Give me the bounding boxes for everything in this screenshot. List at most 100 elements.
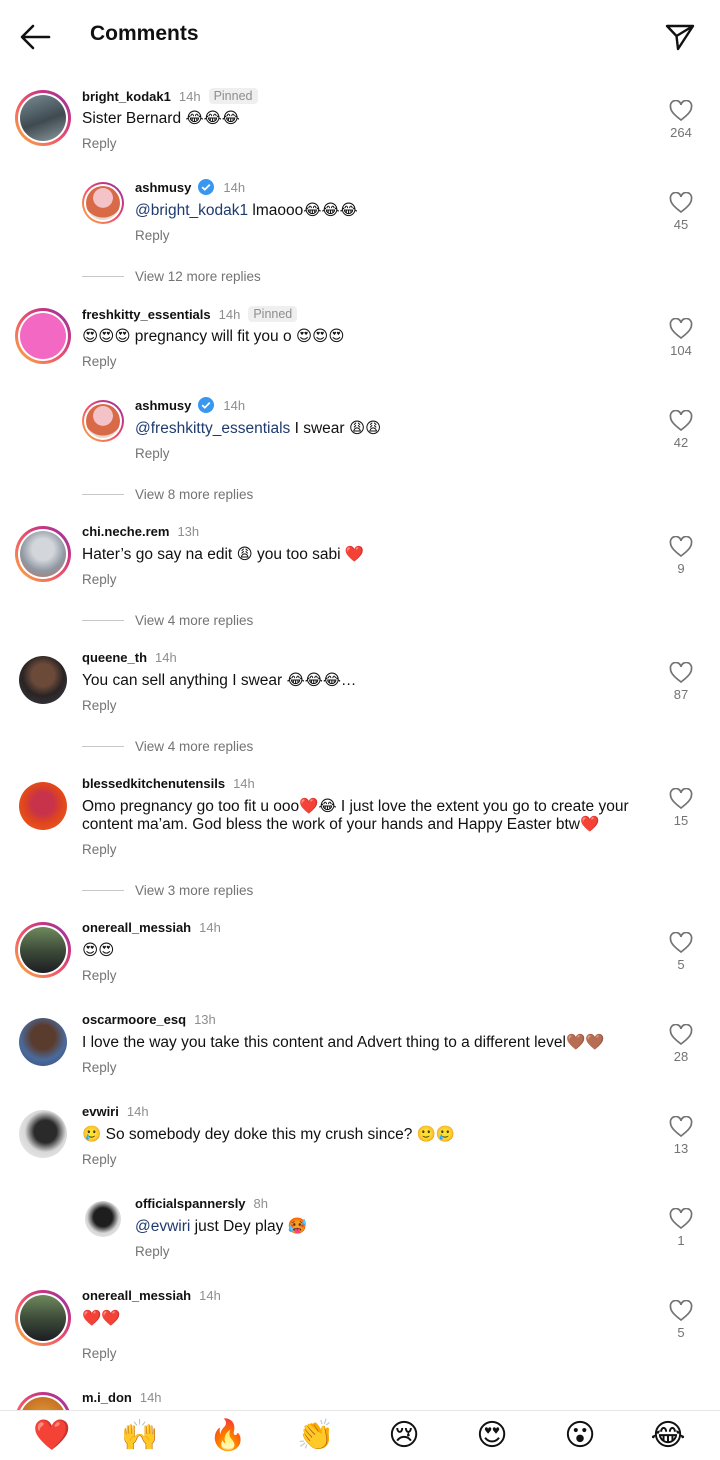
reply-button[interactable]: Reply bbox=[135, 228, 170, 243]
comment-item: oscarmoore_esq 13h I love the way you ta… bbox=[0, 1012, 720, 1082]
reply-button[interactable]: Reply bbox=[82, 1152, 117, 1167]
timestamp: 14h bbox=[218, 306, 241, 322]
timestamp: 14h bbox=[155, 650, 177, 665]
avatar[interactable] bbox=[15, 90, 71, 146]
comment-text: I love the way you take this content and… bbox=[82, 1034, 605, 1051]
like-count: 264 bbox=[670, 125, 692, 140]
view-more-replies[interactable]: View 12 more replies bbox=[82, 269, 261, 284]
like-count: 28 bbox=[673, 1049, 689, 1064]
reply-button[interactable]: Reply bbox=[82, 1060, 117, 1075]
surprised-face-emoji[interactable]: 😮 bbox=[550, 1420, 610, 1451]
username[interactable]: onereall_messiah bbox=[82, 1288, 191, 1303]
heart-icon[interactable] bbox=[669, 191, 693, 214]
clapping-hands-emoji[interactable]: 👏 bbox=[286, 1420, 346, 1451]
mention-link[interactable]: @bright_kodak1 bbox=[135, 202, 248, 219]
username[interactable]: ashmusy bbox=[135, 398, 191, 413]
avatar[interactable] bbox=[15, 922, 71, 978]
timestamp: 13h bbox=[194, 1012, 216, 1027]
avatar[interactable] bbox=[82, 400, 124, 442]
heart-icon[interactable] bbox=[669, 409, 693, 432]
comment-item: evwiri 14h 🥲 So somebody dey doke this m… bbox=[0, 1104, 720, 1174]
heart-icon[interactable] bbox=[669, 1023, 693, 1046]
header: Comments bbox=[0, 0, 720, 74]
reply-item: ashmusy 14h @freshkitty_essentials I swe… bbox=[0, 397, 720, 468]
avatar[interactable] bbox=[82, 1198, 124, 1240]
username[interactable]: onereall_messiah bbox=[82, 920, 191, 935]
reply-button[interactable]: Reply bbox=[135, 1244, 170, 1259]
timestamp: 14h bbox=[139, 1390, 162, 1405]
comment-text: Omo pregnancy go too fit u ooo❤️😂 I just… bbox=[82, 798, 629, 833]
username[interactable]: chi.neche.rem bbox=[82, 524, 169, 539]
timestamp: 14h bbox=[199, 920, 221, 935]
username[interactable]: ashmusy bbox=[135, 180, 191, 195]
reply-button[interactable]: Reply bbox=[82, 136, 117, 151]
timestamp: 13h bbox=[177, 524, 200, 539]
comment-item: chi.neche.rem 13h Hater’s go say na edit… bbox=[0, 524, 720, 594]
tears-of-joy-emoji[interactable]: 😂 bbox=[638, 1420, 698, 1451]
mention-link[interactable]: @freshkitty_essentials bbox=[135, 420, 290, 437]
comment-item: queene_th 14h You can sell anything I sw… bbox=[0, 650, 720, 720]
avatar[interactable] bbox=[15, 308, 71, 364]
timestamp: 14h bbox=[223, 179, 246, 195]
reply-button[interactable]: Reply bbox=[82, 1346, 117, 1361]
avatar[interactable] bbox=[82, 182, 124, 224]
avatar[interactable] bbox=[15, 1106, 71, 1162]
avatar[interactable] bbox=[15, 1014, 71, 1070]
username[interactable]: evwiri bbox=[82, 1104, 119, 1119]
comment-item: blessedkitchenutensils 14h Omo pregnancy… bbox=[0, 776, 720, 866]
username[interactable]: officialspannersly bbox=[135, 1196, 246, 1211]
comment-text: Sister Bernard 😂😂😂 bbox=[82, 110, 240, 127]
username[interactable]: queene_th bbox=[82, 650, 147, 665]
reply-button[interactable]: Reply bbox=[82, 968, 117, 983]
crying-face-emoji[interactable]: 😢 bbox=[374, 1420, 434, 1451]
username[interactable]: oscarmoore_esq bbox=[82, 1012, 186, 1027]
back-arrow-icon[interactable] bbox=[18, 22, 52, 52]
comment-text: @evwiri just Dey play 🥵 bbox=[135, 1218, 308, 1235]
username[interactable]: blessedkitchenutensils bbox=[82, 776, 225, 791]
heart-icon[interactable] bbox=[669, 1299, 693, 1322]
reply-item: ashmusy 14h @bright_kodak1 lmaooo😂😂😂 Rep… bbox=[0, 179, 720, 250]
raising-hands-emoji[interactable]: 🙌 bbox=[110, 1420, 170, 1451]
like-count: 13 bbox=[673, 1141, 689, 1156]
avatar[interactable] bbox=[15, 1290, 71, 1346]
username[interactable]: m.i_don bbox=[82, 1390, 132, 1405]
heart-icon[interactable] bbox=[669, 317, 693, 340]
timestamp: 8h bbox=[253, 1196, 269, 1211]
reply-button[interactable]: Reply bbox=[135, 446, 170, 461]
username[interactable]: freshkitty_essentials bbox=[82, 307, 211, 322]
like-count: 1 bbox=[677, 1233, 685, 1248]
heart-eyes-emoji[interactable]: 😍 bbox=[462, 1420, 522, 1451]
reply-button[interactable]: Reply bbox=[82, 698, 117, 713]
verified-badge-icon bbox=[198, 179, 215, 195]
heart-icon[interactable] bbox=[669, 1115, 693, 1138]
timestamp: 14h bbox=[178, 88, 201, 104]
comment-text: Hater’s go say na edit 😩 you too sabi ❤️ bbox=[82, 546, 365, 563]
heart-icon[interactable] bbox=[669, 661, 693, 684]
like-count: 5 bbox=[677, 957, 685, 972]
view-more-replies[interactable]: View 3 more replies bbox=[82, 883, 253, 898]
heart-icon[interactable] bbox=[669, 1207, 693, 1230]
view-more-replies[interactable]: View 4 more replies bbox=[82, 613, 253, 628]
heart-icon[interactable] bbox=[669, 787, 693, 810]
reply-button[interactable]: Reply bbox=[82, 842, 117, 857]
heart-icon[interactable] bbox=[669, 931, 693, 954]
heart-icon[interactable] bbox=[669, 99, 693, 122]
username[interactable]: bright_kodak1 bbox=[82, 89, 171, 104]
red-heart-emoji[interactable]: ❤️ bbox=[22, 1420, 82, 1451]
like-count: 5 bbox=[677, 1325, 685, 1340]
mention-link[interactable]: @evwiri bbox=[135, 1218, 190, 1235]
quick-reaction-bar: ❤️ 🙌 🔥 👏 😢 😍 😮 😂 bbox=[0, 1410, 720, 1460]
avatar[interactable] bbox=[15, 778, 71, 834]
fire-emoji[interactable]: 🔥 bbox=[198, 1420, 258, 1451]
comment-text: @freshkitty_essentials I swear 😩😩 bbox=[135, 420, 382, 437]
heart-icon[interactable] bbox=[669, 535, 693, 558]
reply-button[interactable]: Reply bbox=[82, 354, 117, 369]
view-more-replies[interactable]: View 4 more replies bbox=[82, 739, 253, 754]
comment-text: 😍😍😍 pregnancy will fit you o 😍😍😍 bbox=[82, 328, 345, 345]
avatar[interactable] bbox=[15, 526, 71, 582]
reply-button[interactable]: Reply bbox=[82, 572, 117, 587]
avatar[interactable] bbox=[15, 652, 71, 708]
paper-plane-icon[interactable] bbox=[664, 22, 696, 52]
view-more-replies[interactable]: View 8 more replies bbox=[82, 487, 253, 502]
pinned-badge: Pinned bbox=[248, 306, 298, 322]
